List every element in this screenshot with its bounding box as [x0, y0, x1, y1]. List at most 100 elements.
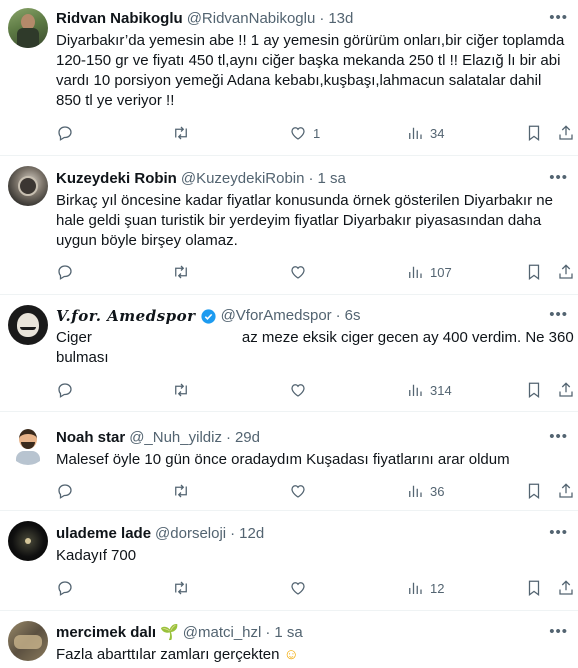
share-button[interactable]	[557, 579, 575, 597]
heart-icon	[289, 482, 307, 500]
tweet-text-part: bulması	[56, 349, 109, 366]
bookmark-button[interactable]	[525, 124, 543, 142]
bookmark-button[interactable]	[525, 263, 543, 281]
avatar[interactable]	[8, 166, 48, 206]
like-button[interactable]	[289, 263, 307, 281]
views-icon	[406, 482, 424, 500]
bookmark-icon	[525, 482, 543, 500]
display-name[interactable]: mercimek dalı	[56, 623, 156, 643]
retweet-button[interactable]	[172, 263, 190, 281]
reply-button[interactable]	[56, 381, 74, 399]
share-button[interactable]	[557, 482, 575, 500]
retweet-icon	[172, 124, 190, 142]
tweet-text-part: Fazla abarttılar zamları gerçekten	[56, 646, 280, 663]
views-button[interactable]: 107	[406, 263, 452, 281]
display-name[interactable]: Ridvan Nabikoglu	[56, 9, 183, 29]
tweet-text: Birkaç yıl öncesine kadar fiyatlar konus…	[56, 192, 558, 249]
bookmark-icon	[525, 381, 543, 399]
share-button[interactable]	[557, 124, 575, 142]
avatar[interactable]	[8, 521, 48, 561]
heart-icon	[289, 381, 307, 399]
user-handle[interactable]: @_Nuh_yildiz	[129, 428, 222, 448]
reply-button[interactable]	[56, 124, 74, 142]
views-button[interactable]: 314	[406, 381, 452, 399]
tweet-text-part: az meze eksik ciger gecen ay 400 verdim.…	[241, 329, 578, 346]
retweet-button[interactable]	[172, 381, 190, 399]
like-button[interactable]	[289, 579, 307, 597]
timestamp[interactable]: 13d	[328, 9, 353, 29]
action-bar: 314	[56, 380, 554, 400]
tweet[interactable]: ulademe lade @dorseloji · 12d ••• Kadayı…	[0, 511, 578, 611]
tweet[interactable]: mercimek dalı 🌱 @matci_hzl · 1 sa ••• Fa…	[0, 611, 578, 668]
share-button[interactable]	[557, 381, 575, 399]
share-button[interactable]	[557, 263, 575, 281]
retweet-button[interactable]	[172, 482, 190, 500]
display-name[interactable]: ulademe lade	[56, 524, 151, 544]
bookmark-button[interactable]	[525, 482, 543, 500]
user-handle[interactable]: @matci_hzl	[183, 623, 262, 643]
views-icon	[406, 263, 424, 281]
reply-icon	[56, 263, 74, 281]
avatar[interactable]	[8, 305, 48, 345]
reply-button[interactable]	[56, 482, 74, 500]
retweet-icon	[172, 482, 190, 500]
share-icon	[557, 124, 575, 142]
display-name[interactable]: Noah star	[56, 428, 125, 448]
tweet[interactable]: Noah star @_Nuh_yildiz · 29d ••• Malesef…	[0, 412, 578, 511]
views-icon	[406, 381, 424, 399]
retweet-icon	[172, 381, 190, 399]
views-icon	[406, 579, 424, 597]
views-button[interactable]: 34	[406, 124, 444, 142]
more-icon[interactable]: •••	[549, 9, 568, 26]
view-count: 314	[430, 382, 452, 398]
tweet[interactable]: Kuzeydeki Robin @KuzeydekiRobin · 1 sa •…	[0, 156, 578, 295]
avatar[interactable]	[8, 621, 48, 661]
views-button[interactable]: 36	[406, 482, 444, 500]
tweet-content: ulademe lade @dorseloji · 12d ••• Kadayı…	[56, 524, 568, 566]
heart-icon	[289, 263, 307, 281]
tweet-content: V.for. Amedspor @VforAmedspor · 6s ••• C…	[56, 306, 578, 368]
share-icon	[557, 381, 575, 399]
avatar[interactable]	[8, 425, 48, 465]
display-name[interactable]: V.for. Amedspor	[56, 306, 196, 326]
bookmark-button[interactable]	[525, 381, 543, 399]
user-handle[interactable]: @dorseloji	[155, 524, 226, 544]
timestamp[interactable]: 29d	[235, 428, 260, 448]
timestamp[interactable]: 1 sa	[274, 623, 302, 643]
bookmark-button[interactable]	[525, 579, 543, 597]
reply-button[interactable]	[56, 263, 74, 281]
user-handle[interactable]: @RidvanNabikoglu	[187, 9, 316, 29]
more-icon[interactable]: •••	[549, 524, 568, 541]
view-count: 34	[430, 125, 445, 141]
retweet-button[interactable]	[172, 579, 190, 597]
avatar[interactable]	[8, 8, 48, 48]
reply-icon	[56, 579, 74, 597]
more-icon[interactable]: •••	[549, 623, 568, 640]
separator-dot: ·	[308, 170, 314, 187]
more-icon[interactable]: •••	[549, 428, 568, 445]
view-count: 36	[430, 483, 445, 499]
reply-button[interactable]	[56, 579, 74, 597]
retweet-button[interactable]	[172, 124, 190, 142]
timestamp[interactable]: 12d	[239, 524, 264, 544]
like-button[interactable]: 1	[289, 124, 320, 142]
separator-dot: ·	[319, 10, 325, 27]
action-bar: 1 34	[56, 123, 554, 143]
user-handle[interactable]: @KuzeydekiRobin	[181, 169, 305, 189]
more-icon[interactable]: •••	[549, 306, 568, 323]
like-button[interactable]	[289, 381, 307, 399]
tweet[interactable]: V.for. Amedspor @VforAmedspor · 6s ••• C…	[0, 295, 578, 412]
tweet-content: Noah star @_Nuh_yildiz · 29d ••• Malesef…	[56, 428, 568, 470]
display-name[interactable]: Kuzeydeki Robin	[56, 169, 177, 189]
separator-dot: ·	[225, 429, 231, 446]
seedling-emoji: 🌱	[160, 624, 179, 641]
like-button[interactable]	[289, 482, 307, 500]
tweet[interactable]: Ridvan Nabikoglu @RidvanNabikoglu · 13d …	[0, 0, 578, 156]
more-icon[interactable]: •••	[549, 169, 568, 186]
share-icon	[557, 579, 575, 597]
action-bar: 36	[56, 481, 554, 501]
views-button[interactable]: 12	[406, 579, 444, 597]
timestamp[interactable]: 1 sa	[318, 169, 346, 189]
user-handle[interactable]: @VforAmedspor	[221, 306, 332, 326]
timestamp[interactable]: 6s	[345, 306, 361, 326]
